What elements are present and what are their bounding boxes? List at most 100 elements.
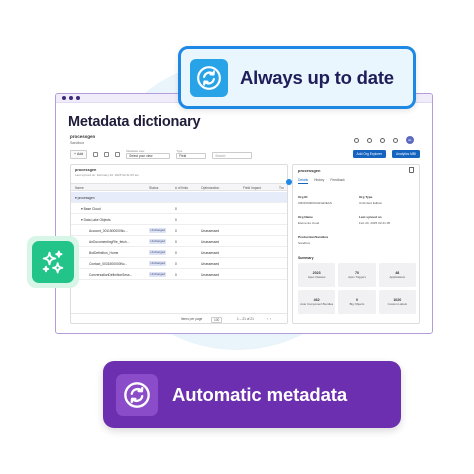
row-name: ConversationDefinitionSess... (89, 273, 133, 277)
column-header[interactable]: Field Impact (243, 186, 261, 190)
columns-icon[interactable] (115, 151, 121, 157)
table-row[interactable]: Contact_0031500000Nc... Unchanged 0 Unasses… (71, 258, 287, 269)
row-links: 0 (175, 262, 177, 266)
row-name: ▾ processgen (75, 196, 95, 200)
org-explorer-button[interactable]: Add Org Explorer (352, 150, 387, 158)
tab-feedback[interactable]: Feedback (330, 178, 344, 184)
settings-icon[interactable] (354, 137, 359, 143)
search-input[interactable]: Search (212, 152, 253, 159)
summary-label: Summary (298, 256, 314, 260)
table-subtitle: Last synced on: February 20, 2025 02:41:… (75, 173, 139, 177)
column-header[interactable]: Tro (279, 186, 284, 190)
row-name: BotDefinition_Home (89, 251, 119, 255)
summary-tile[interactable]: 70 Apex Triggers (338, 263, 376, 287)
sparkles-icon (42, 250, 64, 274)
sync-icon-box (190, 58, 228, 97)
table-row[interactable]: AnDocumentingFile_fetch... Unchanged 0 Unas… (71, 236, 287, 247)
table-row[interactable]: ▾ Base Cloud 0 (71, 203, 287, 214)
field-org-type: Org Type Unlimited Edition (359, 195, 383, 205)
column-header[interactable]: Name (75, 186, 84, 190)
summary-tile[interactable]: 48 Applications (378, 263, 416, 287)
column-header[interactable]: Status (149, 186, 158, 190)
trash-icon[interactable] (409, 167, 414, 173)
toolbar: + Add Metadata view Select your view Typ… (70, 148, 420, 160)
metadata-view-select[interactable]: Metadata view Select your view (126, 149, 171, 159)
bell-icon[interactable] (393, 137, 398, 143)
sparkle-badge (27, 236, 79, 288)
row-optimization: Unassessed (201, 251, 220, 255)
window-dot (76, 96, 80, 100)
header-icons: AL (354, 136, 414, 144)
status-badge: Unchanged (149, 272, 167, 277)
help-icon[interactable] (367, 137, 372, 143)
sync-icon (124, 381, 150, 408)
column-header[interactable]: Optimization (201, 186, 219, 190)
row-links: 0 (175, 240, 177, 244)
detail-tabs: Details History Feedback (298, 178, 345, 184)
sync-icon (197, 65, 221, 90)
link-icon[interactable] (380, 137, 385, 143)
expand-handle[interactable] (286, 179, 292, 185)
row-optimization: Unassessed (201, 229, 220, 233)
field-last-synced: Last synced on Feb 20, 2025 02:41:05 (359, 215, 391, 225)
metadata-table: processgen Last synced on: February 20, … (70, 164, 288, 324)
type-select[interactable]: Type Field (176, 149, 207, 159)
pagination: Items per page 100 1 – 21 of 21 ‹ › (71, 313, 287, 323)
org-env: Sandbox (70, 141, 85, 145)
detail-panel: processgen Details History Feedback Org … (292, 164, 420, 324)
badge-top-text: Always up to date (240, 66, 394, 88)
summary-tile[interactable]: 0 Big Objects (338, 290, 376, 314)
row-optimization: Unassessed (201, 273, 220, 277)
field-org-name: Org Name Elements cloud (298, 215, 320, 225)
table-row[interactable]: ▾ processgen (71, 192, 287, 203)
sync-icon-box (116, 373, 158, 416)
app-content: processgen Sandbox AL + Add Metadata vie… (68, 134, 420, 330)
summary-tile[interactable]: 462 Auto Component Bundles (298, 290, 336, 314)
row-name: ▾ Base Cloud (81, 207, 101, 211)
row-links: 0 (175, 218, 177, 222)
prev-page-icon[interactable]: ‹ › (267, 317, 271, 321)
row-optimization: Unassessed (201, 240, 220, 244)
type-value: Field (176, 153, 207, 159)
row-links: 0 (175, 273, 177, 277)
page-range: 1 – 21 of 21 (237, 317, 254, 321)
filter-icon[interactable] (93, 151, 99, 157)
table-row[interactable]: ▾ Data Lake Objects 0 (71, 214, 287, 225)
analytics-button[interactable]: Analytics MBI (392, 150, 420, 158)
add-button[interactable]: + Add (70, 149, 88, 159)
table-header: Name Status # of links Optimization Fiel… (71, 183, 287, 191)
tab-details[interactable]: Details (298, 178, 309, 184)
window-dot (69, 96, 73, 100)
row-name: ▾ Data Lake Objects (81, 218, 111, 222)
status-badge: Unchanged (149, 261, 167, 266)
status-badge: Unchanged (149, 250, 167, 255)
sort-icon[interactable] (104, 151, 110, 157)
items-per-page-select[interactable]: 100 (211, 316, 223, 323)
table-row[interactable]: ConversationDefinitionSess... Unchanged 0 U… (71, 269, 287, 280)
column-header[interactable]: # of links (175, 186, 188, 190)
table-row[interactable]: BotDefinition_Home Unchanged 0 Unassessed (71, 247, 287, 258)
row-links: 0 (175, 229, 177, 233)
status-badge: Unchanged (149, 239, 167, 244)
page-title: Metadata dictionary (68, 114, 201, 130)
org-name: processgen (70, 134, 96, 139)
row-links: 0 (175, 251, 177, 255)
row-name: AnDocumentingFile_fetch... (89, 240, 130, 244)
row-optimization: Unassessed (201, 262, 220, 266)
browser-window: Metadata dictionary processgen Sandbox A… (55, 93, 433, 334)
automatic-metadata-badge: Automatic metadata (103, 361, 401, 428)
tab-history[interactable]: History (314, 178, 324, 184)
avatar[interactable]: AL (406, 136, 414, 144)
status-badge: Unchanged (149, 228, 167, 233)
always-up-to-date-badge: Always up to date (178, 46, 416, 109)
row-links: 0 (175, 207, 177, 211)
table-row[interactable]: Account_0011500000Nc... Unchanged 0 Unasses… (71, 225, 287, 236)
row-name: Contact_0031500000Nc... (89, 262, 128, 266)
add-label: Add (77, 152, 84, 156)
summary-tile[interactable]: 2023 Apex Classes (298, 263, 336, 287)
items-per-page-label: Items per page (181, 317, 203, 321)
row-name: Account_0011500000Nc... (89, 229, 128, 233)
field-production-sandbox: Production/Sandbox Sandbox (298, 235, 329, 245)
table-title: processgen (75, 168, 97, 172)
summary-tile[interactable]: 1020 Custom Labels (378, 290, 416, 314)
